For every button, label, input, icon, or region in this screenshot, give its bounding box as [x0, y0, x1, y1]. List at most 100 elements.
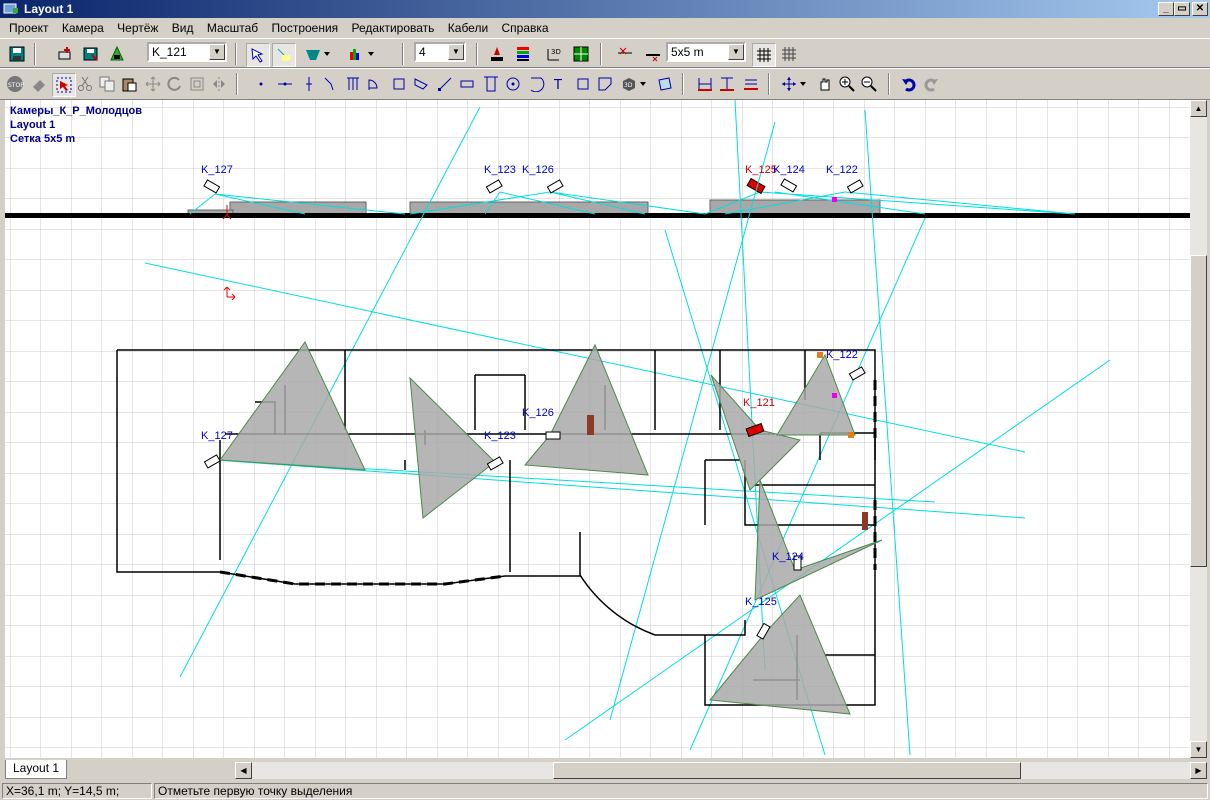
project-title: Камеры_К_Р_Молодцов — [10, 105, 142, 117]
menu-drawing[interactable]: Чертёж — [112, 19, 163, 37]
camera-select[interactable]: K_121 ▼ — [147, 42, 227, 62]
save-camera-icon[interactable] — [80, 43, 102, 65]
camera-tree-icon[interactable] — [106, 43, 128, 65]
window-icon[interactable] — [456, 73, 478, 95]
shape-icon[interactable] — [594, 73, 616, 95]
menu-edit[interactable]: Редактировать — [347, 19, 440, 37]
text-icon[interactable]: T — [548, 73, 570, 95]
cut-icon[interactable] — [74, 73, 96, 95]
copy-icon[interactable] — [96, 73, 118, 95]
scroll-right-button[interactable]: ▶ — [1190, 762, 1207, 779]
mirror-icon[interactable] — [208, 73, 230, 95]
diagonal-icon[interactable] — [434, 73, 456, 95]
rotate-icon[interactable] — [164, 73, 186, 95]
chevron-down-icon[interactable]: ▼ — [209, 44, 225, 60]
stop-icon[interactable]: STOP — [4, 73, 26, 95]
layers-icon[interactable] — [512, 43, 534, 65]
pan-cross-icon[interactable] — [778, 73, 800, 95]
camera-label-selected[interactable]: K_121 — [743, 397, 775, 409]
eraser-icon[interactable] — [28, 73, 50, 95]
circle-icon[interactable] — [502, 73, 524, 95]
minimize-button[interactable]: _ — [1158, 2, 1174, 16]
column-icon[interactable] — [480, 73, 502, 95]
line-icon[interactable] — [274, 73, 296, 95]
menu-view[interactable]: Вид — [167, 19, 199, 37]
polyline-icon[interactable] — [320, 73, 342, 95]
dim-align-icon[interactable] — [740, 73, 762, 95]
menu-scale[interactable]: Масштаб — [202, 19, 263, 37]
dim-horizontal-icon[interactable] — [694, 73, 716, 95]
menu-constructions[interactable]: Построения — [267, 19, 344, 37]
hand-icon[interactable] — [814, 73, 836, 95]
chevron-down-icon[interactable] — [322, 43, 332, 65]
scale-icon[interactable] — [186, 73, 208, 95]
chevron-down-icon[interactable] — [798, 73, 808, 95]
grid-select[interactable]: 5x5 m ▼ — [666, 42, 746, 62]
cube-3d-icon[interactable]: 3D — [618, 73, 640, 95]
chevron-down-icon[interactable]: ▼ — [728, 44, 744, 60]
vertical-line-icon[interactable] — [298, 73, 320, 95]
vertical-scrollbar[interactable]: ▲ ▼ — [1190, 100, 1207, 758]
grid-green-icon[interactable] — [570, 43, 592, 65]
menu-cables[interactable]: Кабели — [443, 19, 493, 37]
color-palette-icon[interactable] — [344, 43, 366, 65]
horizontal-scrollbar[interactable]: ◀ ▶ — [235, 762, 1207, 779]
menu-project[interactable]: Проект — [4, 19, 54, 37]
scroll-thumb[interactable] — [1190, 255, 1207, 567]
camera-label[interactable]: K_123 — [484, 430, 516, 442]
number-select[interactable]: 4 ▼ — [414, 42, 466, 62]
close-button[interactable]: ✕ — [1192, 2, 1208, 16]
camera-label[interactable]: K_127 — [201, 430, 233, 442]
point-icon[interactable] — [250, 73, 272, 95]
parallelogram-icon[interactable] — [410, 73, 432, 95]
arc-icon[interactable] — [526, 73, 548, 95]
view-cone-icon[interactable] — [272, 43, 296, 67]
hscroll-thumb[interactable] — [553, 762, 1021, 779]
double-wall-icon[interactable] — [342, 73, 364, 95]
paste-icon[interactable] — [118, 73, 140, 95]
floor-plan-drawing[interactable]: K_127 K_123 K_126 K_125 K_124 K_122 K_12… — [5, 100, 1190, 758]
camera-label[interactable]: K_126 — [522, 407, 554, 419]
pen-icon[interactable] — [486, 43, 508, 65]
camera-label[interactable]: K_122 — [826, 164, 858, 176]
dimension-3d-icon[interactable]: 3D — [542, 43, 564, 65]
camera-label[interactable]: K_124 — [772, 551, 804, 563]
tab-bar: Layout 1 ◀ ▶ — [0, 760, 1210, 780]
chevron-down-icon[interactable] — [638, 73, 648, 95]
scroll-left-button[interactable]: ◀ — [235, 762, 252, 779]
camera-label[interactable]: K_127 — [201, 164, 233, 176]
select-arrow-icon[interactable] — [246, 43, 270, 67]
chevron-down-icon[interactable]: ▼ — [448, 44, 464, 60]
redo-icon[interactable] — [920, 73, 942, 95]
snap-grid-icon[interactable] — [752, 43, 776, 67]
door-icon[interactable] — [364, 73, 386, 95]
menu-help[interactable]: Справка — [497, 19, 554, 37]
scroll-up-button[interactable]: ▲ — [1190, 100, 1207, 117]
zoom-out-icon[interactable] — [858, 73, 880, 95]
rectangle-icon[interactable] — [388, 73, 410, 95]
remove-line-icon[interactable] — [614, 43, 636, 65]
show-grid-icon[interactable] — [778, 43, 800, 65]
save-icon[interactable] — [6, 43, 28, 65]
view-3d-icon[interactable] — [654, 73, 676, 95]
undo-icon[interactable] — [898, 73, 920, 95]
restore-button[interactable]: ▭ — [1174, 2, 1190, 16]
chevron-down-icon[interactable] — [366, 43, 376, 65]
camera-label[interactable]: K_124 — [773, 164, 805, 176]
menu-camera[interactable]: Камера — [57, 19, 109, 37]
camera-label[interactable]: K_122 — [826, 349, 858, 361]
add-camera-icon[interactable] — [54, 43, 76, 65]
scroll-down-button[interactable]: ▼ — [1190, 741, 1207, 758]
select-area-icon[interactable] — [52, 73, 76, 97]
tab-layout-1[interactable]: Layout 1 — [5, 760, 68, 779]
square-icon[interactable] — [572, 73, 594, 95]
camera-label[interactable]: K_125 — [745, 596, 777, 608]
dim-vertical-icon[interactable] — [716, 73, 738, 95]
line-width-icon[interactable] — [642, 43, 664, 65]
camera-label[interactable]: K_126 — [522, 164, 554, 176]
drawing-canvas[interactable]: K_127 K_123 K_126 K_125 K_124 K_122 K_12… — [5, 100, 1190, 758]
move-icon[interactable] — [142, 73, 164, 95]
fill-color-icon[interactable] — [302, 43, 324, 65]
zoom-in-icon[interactable] — [836, 73, 858, 95]
camera-label[interactable]: K_123 — [484, 164, 516, 176]
